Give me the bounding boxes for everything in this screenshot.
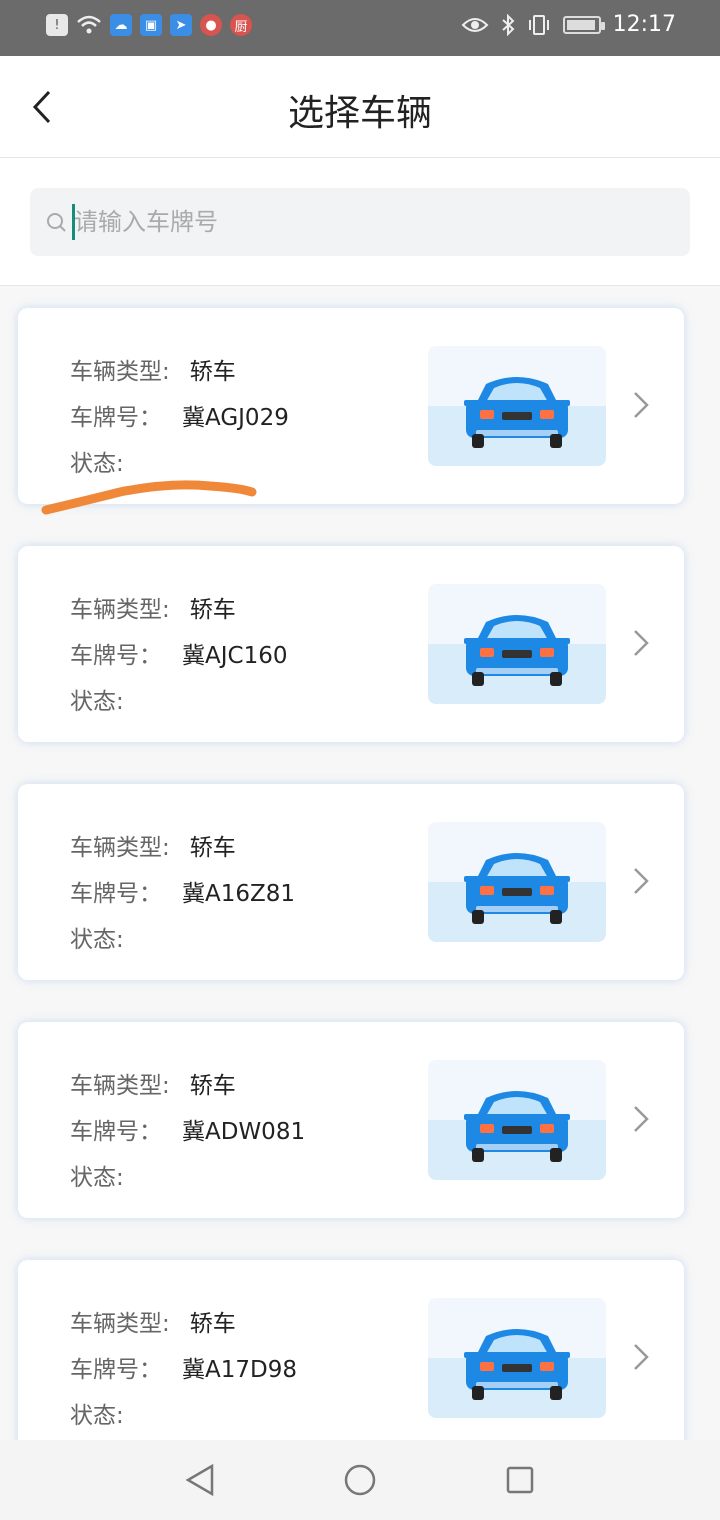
vehicle-card[interactable]: 车辆类型: 轿车 车牌号： 冀A17D98 状态: bbox=[18, 1260, 684, 1440]
app-header: 选择车辆 bbox=[0, 56, 720, 158]
vehicle-type-label: 车辆类型: bbox=[70, 359, 170, 385]
vehicle-card[interactable]: 车辆类型: 轿车 车牌号： 冀AGJ029 状态: bbox=[18, 308, 684, 504]
map-pin-icon: ● bbox=[200, 14, 222, 36]
vehicle-type-value: 轿车 bbox=[189, 359, 236, 385]
vehicle-card[interactable]: 车辆类型: 轿车 车牌号： 冀AJC160 状态: bbox=[18, 546, 684, 742]
plate-value: 冀A16Z81 bbox=[182, 881, 296, 907]
vibrate-icon bbox=[528, 14, 549, 35]
page-title: 选择车辆 bbox=[287, 93, 432, 134]
status-row: 状态: bbox=[70, 444, 144, 478]
car-image bbox=[428, 1298, 606, 1418]
status-label: 状态: bbox=[70, 451, 124, 477]
status-row: 状态: bbox=[70, 1396, 144, 1430]
vehicle-type-row: 车辆类型: 轿车 bbox=[70, 1304, 236, 1338]
status-label: 状态: bbox=[70, 1403, 124, 1429]
alert-icon: ! bbox=[46, 14, 68, 36]
vehicle-type-row: 车辆类型: 轿车 bbox=[70, 590, 236, 624]
app-badge-icon: 厨 bbox=[230, 14, 252, 36]
plate-label: 车牌号： bbox=[70, 405, 162, 431]
plate-value: 冀AGJ029 bbox=[182, 405, 289, 431]
car-image bbox=[428, 1060, 606, 1180]
vehicle-card[interactable]: 车辆类型: 轿车 车牌号： 冀A16Z81 状态: bbox=[18, 784, 684, 980]
plate-label: 车牌号： bbox=[70, 1119, 162, 1145]
clock: 12:17 bbox=[612, 12, 676, 37]
plate-label: 车牌号： bbox=[70, 1357, 162, 1383]
car-icon bbox=[428, 1060, 606, 1180]
plate-value: 冀AJC160 bbox=[182, 643, 288, 669]
bluetooth-icon bbox=[501, 13, 515, 36]
car-app-icon: ▣ bbox=[140, 14, 162, 36]
status-row: 状态: bbox=[70, 682, 144, 716]
nav-recent-button[interactable] bbox=[500, 1460, 540, 1500]
eye-icon bbox=[461, 17, 489, 32]
vehicle-list: 车辆类型: 轿车 车牌号： 冀AGJ029 状态: 车辆类型: 轿车 车牌号： 冀AJC… bbox=[0, 287, 720, 1440]
status-label: 状态: bbox=[70, 689, 124, 715]
system-icons: 12:17 bbox=[461, 12, 676, 37]
status-label: 状态: bbox=[70, 1165, 124, 1191]
car-image bbox=[428, 584, 606, 704]
plate-row: 车牌号： 冀AJC160 bbox=[70, 636, 287, 670]
plate-label: 车牌号： bbox=[70, 881, 162, 907]
chevron-right-icon bbox=[634, 868, 649, 894]
status-row: 状态: bbox=[70, 1158, 144, 1192]
plate-row: 车牌号： 冀A16Z81 bbox=[70, 874, 295, 908]
plate-row: 车牌号： 冀AGJ029 bbox=[70, 398, 289, 432]
car-image bbox=[428, 346, 606, 466]
vehicle-card[interactable]: 车辆类型: 轿车 车牌号： 冀ADW081 状态: bbox=[18, 1022, 684, 1218]
plate-search-input[interactable] bbox=[74, 202, 674, 242]
nav-back-button[interactable] bbox=[180, 1460, 220, 1500]
cloud-icon: ☁ bbox=[110, 14, 132, 36]
vehicle-type-value: 轿车 bbox=[189, 835, 236, 861]
car-icon bbox=[428, 346, 606, 466]
square-recent-icon bbox=[506, 1466, 534, 1494]
vehicle-type-row: 车辆类型: 轿车 bbox=[70, 828, 236, 862]
chevron-right-icon bbox=[634, 1344, 649, 1370]
search-icon bbox=[47, 213, 66, 232]
vehicle-type-label: 车辆类型: bbox=[70, 1311, 170, 1337]
search-section bbox=[0, 158, 720, 286]
plate-value: 冀A17D98 bbox=[182, 1357, 297, 1383]
triangle-back-icon bbox=[185, 1463, 214, 1497]
system-nav-bar bbox=[0, 1440, 720, 1520]
plate-row: 车牌号： 冀ADW081 bbox=[70, 1112, 305, 1146]
circle-home-icon bbox=[344, 1464, 376, 1496]
vehicle-type-row: 车辆类型: 轿车 bbox=[70, 352, 236, 386]
vehicle-type-row: 车辆类型: 轿车 bbox=[70, 1066, 236, 1100]
chevron-right-icon bbox=[634, 392, 649, 418]
status-label: 状态: bbox=[70, 927, 124, 953]
nav-home-button[interactable] bbox=[340, 1460, 380, 1500]
car-icon bbox=[428, 1298, 606, 1418]
plate-label: 车牌号： bbox=[70, 643, 162, 669]
car-icon bbox=[428, 822, 606, 942]
battery-icon bbox=[562, 15, 605, 34]
vehicle-type-label: 车辆类型: bbox=[70, 597, 170, 623]
search-box[interactable] bbox=[30, 188, 690, 256]
status-bar: ! ☁ ▣ ➤ ● 厨 12:17 bbox=[0, 0, 720, 56]
plate-row: 车牌号： 冀A17D98 bbox=[70, 1350, 297, 1384]
send-icon: ➤ bbox=[170, 14, 192, 36]
vehicle-type-label: 车辆类型: bbox=[70, 835, 170, 861]
chevron-right-icon bbox=[634, 630, 649, 656]
notification-icons: ! ☁ ▣ ➤ ● 厨 bbox=[46, 14, 252, 36]
status-row: 状态: bbox=[70, 920, 144, 954]
vehicle-type-value: 轿车 bbox=[189, 1311, 236, 1337]
wifi-icon bbox=[77, 15, 101, 34]
chevron-right-icon bbox=[634, 1106, 649, 1132]
plate-value: 冀ADW081 bbox=[182, 1119, 306, 1145]
car-icon bbox=[428, 584, 606, 704]
vehicle-type-label: 车辆类型: bbox=[70, 1073, 170, 1099]
car-image bbox=[428, 822, 606, 942]
vehicle-type-value: 轿车 bbox=[189, 1073, 236, 1099]
vehicle-type-value: 轿车 bbox=[189, 597, 236, 623]
